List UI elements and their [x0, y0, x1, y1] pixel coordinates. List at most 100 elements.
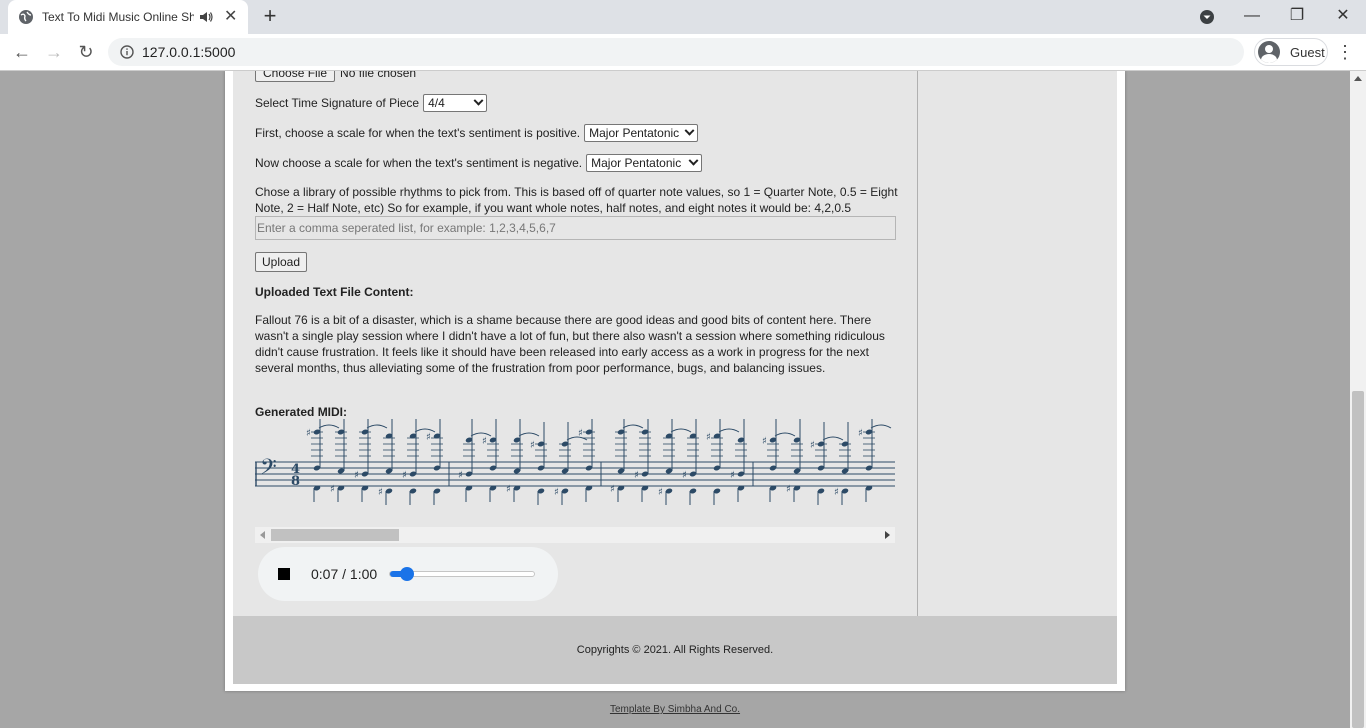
sharp-icon: ♯	[762, 436, 767, 447]
choose-file-button[interactable]: Choose File	[255, 71, 336, 82]
reload-button[interactable]: ↻	[74, 40, 98, 64]
chevron-down-icon	[684, 125, 695, 136]
sharp-icon: ♯	[554, 487, 559, 498]
sharp-icon: ♯	[706, 432, 711, 443]
tab-bar: Text To Midi Music Online Sheets ✕ + — ❐…	[0, 0, 1366, 34]
sidebar	[917, 71, 1117, 616]
negative-scale-row: Now choose a scale for when the text's s…	[255, 154, 703, 172]
progress-slider[interactable]	[389, 567, 536, 581]
main-panel: Choose File No file chosen Select Time S…	[233, 71, 917, 616]
tie-arc	[870, 424, 892, 429]
tie-arc	[366, 424, 388, 429]
template-credit-link[interactable]: Template By Simbha And Co.	[0, 704, 1350, 715]
sharp-icon: ♯	[834, 487, 839, 498]
playback-time: 0:07 / 1:00	[311, 566, 378, 582]
file-upload-row: Choose File No file chosen	[255, 71, 416, 82]
browser-menu-icon[interactable]: ⋮	[1336, 42, 1354, 62]
file-status: No file chosen	[340, 71, 417, 80]
profile-button[interactable]: Guest	[1254, 38, 1328, 66]
negative-scale-select[interactable]: Major Pentatonic	[586, 154, 703, 172]
sharp-icon: ♯	[810, 440, 815, 451]
page-scrollbar-thumb[interactable]	[1352, 391, 1364, 728]
scrollbar-thumb[interactable]	[271, 529, 399, 541]
tie-arc	[518, 432, 540, 437]
sharp-icon: ♯	[482, 436, 487, 447]
minimize-button[interactable]: —	[1237, 4, 1267, 28]
scroll-up-icon[interactable]	[1354, 76, 1362, 81]
tie-arc	[774, 432, 796, 437]
positive-scale-value: Major Pentatonic	[589, 126, 680, 140]
uploaded-content-heading: Uploaded Text File Content:	[255, 285, 414, 299]
page-viewport: Choose File No file chosen Select Time S…	[0, 71, 1350, 728]
positive-scale-row: First, choose a scale for when the text'…	[255, 124, 699, 142]
sharp-icon: ♯	[634, 470, 639, 481]
sharp-icon: ♯	[530, 440, 535, 451]
sheet-music-scroll[interactable]: 𝄢 4 8 ♯ ♯ ♯ ♯ ♯ ♯ ♯ ♯ ♯ ♯ ♯ ♯ ♯ ♯ ♯ ♯ ♯ ♯ ♯ ♯ ♯ ♯ ♯	[255, 419, 895, 527]
sharp-icon: ♯	[458, 470, 463, 481]
sharp-icon: ♯	[354, 470, 359, 481]
sharp-icon: ♯	[378, 487, 383, 498]
positive-scale-label: First, choose a scale for when the text'…	[255, 126, 581, 140]
time-signature-bottom: 8	[291, 474, 300, 489]
restore-button[interactable]: ❐	[1282, 4, 1312, 28]
info-icon[interactable]	[120, 45, 134, 59]
sharp-icon: ♯	[610, 484, 615, 495]
tab-close-icon[interactable]: ✕	[224, 9, 237, 25]
new-tab-button[interactable]: +	[258, 5, 282, 29]
address-bar[interactable]: 127.0.0.1:5000	[108, 38, 1244, 66]
sharp-icon: ♯	[658, 487, 663, 498]
sharp-icon: ♯	[786, 484, 791, 495]
sharp-icon: ♯	[578, 428, 583, 439]
sharp-icon: ♯	[506, 484, 511, 495]
sharp-icon: ♯	[858, 428, 863, 439]
tie-arc	[718, 428, 740, 433]
tie-arc	[622, 424, 644, 429]
positive-scale-select[interactable]: Major Pentatonic	[584, 124, 699, 142]
sheet-music-scrollbar[interactable]	[255, 527, 895, 543]
close-window-button[interactable]: ✕	[1328, 4, 1358, 28]
tab-search-icon[interactable]	[1199, 9, 1215, 25]
time-signature-select[interactable]: 4/4	[423, 94, 488, 112]
rhythm-instructions: Chose a library of possible rhythms to p…	[255, 185, 898, 215]
browser-tab[interactable]: Text To Midi Music Online Sheets ✕	[8, 0, 248, 34]
tie-arc	[414, 428, 436, 433]
tie-arc	[822, 436, 844, 441]
browser-toolbar: ← → ↻ 127.0.0.1:5000 Guest ⋮	[0, 34, 1366, 71]
midi-player: 0:07 / 1:00	[258, 547, 558, 601]
tab-title: Text To Midi Music Online Sheets	[42, 10, 194, 24]
footer: Copyrights © 2021. All Rights Reserved.	[233, 616, 1117, 684]
time-signature-row: Select Time Signature of Piece 4/4	[255, 94, 488, 112]
avatar	[1258, 41, 1280, 63]
stop-icon[interactable]	[278, 568, 290, 580]
profile-label: Guest	[1290, 44, 1325, 60]
globe-icon	[19, 10, 33, 24]
sheet-music: 𝄢 48♯♯♯♯♯♯♯♯♯♯♯♯♯♯♯♯♯♯♯♯♯♯♯	[255, 419, 895, 505]
url-text[interactable]: 127.0.0.1:5000	[142, 44, 235, 60]
generated-midi-heading: Generated MIDI:	[255, 405, 348, 419]
sharp-icon: ♯	[330, 484, 335, 495]
uploaded-content-paragraph: Fallout 76 is a bit of a disaster, which…	[255, 313, 885, 375]
back-button[interactable]: ←	[10, 40, 34, 64]
scroll-right-icon[interactable]	[885, 531, 890, 539]
tie-arc	[566, 436, 588, 441]
upload-button[interactable]: Upload	[255, 252, 308, 272]
sharp-icon: ♯	[306, 428, 311, 439]
sharp-icon: ♯	[426, 432, 431, 443]
tie-arc	[470, 432, 492, 437]
time-signature-value: 4/4	[428, 96, 445, 110]
speaker-icon[interactable]	[198, 9, 214, 25]
page-container: Choose File No file chosen Select Time S…	[225, 71, 1125, 691]
scroll-left-icon[interactable]	[260, 531, 265, 539]
forward-button[interactable]: →	[42, 40, 66, 64]
negative-scale-value: Major Pentatonic	[591, 156, 682, 170]
tie-arc	[670, 428, 692, 433]
progress-knob[interactable]	[400, 567, 415, 581]
sharp-icon: ♯	[682, 470, 687, 481]
bass-clef-icon: 𝄢	[260, 455, 277, 485]
rhythm-input[interactable]	[255, 216, 896, 240]
chevron-down-icon	[473, 95, 484, 106]
chevron-down-icon	[688, 155, 699, 166]
tie-arc	[318, 424, 340, 429]
page-scrollbar[interactable]	[1350, 71, 1366, 728]
sharp-icon: ♯	[730, 470, 735, 481]
